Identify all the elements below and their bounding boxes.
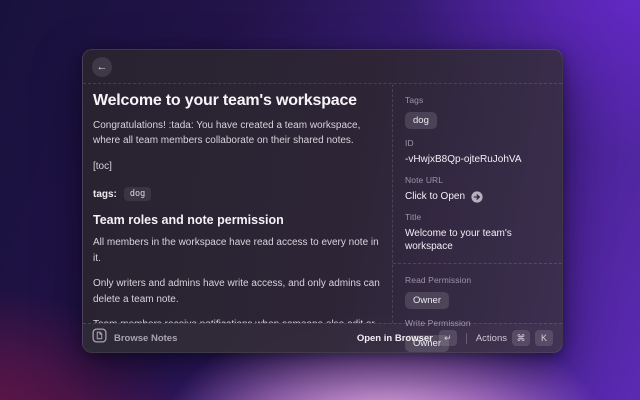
note-tags-label: tags: <box>93 189 117 200</box>
meta-id-label: ID <box>405 138 550 148</box>
meta-tag-badge[interactable]: dog <box>405 112 437 129</box>
note-url-open-link[interactable]: Click to Open <box>405 190 550 203</box>
note-tag-chip: dog <box>124 187 151 201</box>
footer-actions: Open in Browser ↵ Actions ⌘ K <box>357 330 553 346</box>
actions-menu-button[interactable]: Actions ⌘ K <box>476 330 553 346</box>
window-header: ← <box>83 50 562 84</box>
meta-note-url: Note URL Click to Open <box>405 175 550 203</box>
enter-key-icon: ↵ <box>439 330 457 346</box>
k-key-icon: K <box>535 330 553 346</box>
sidebar-divider <box>393 263 562 264</box>
note-url-open-label: Click to Open <box>405 190 465 203</box>
note-tags-row: tags: dog <box>93 187 380 201</box>
main-area: Welcome to your team's workspace Congrat… <box>83 84 562 323</box>
command-name: Browse Notes <box>114 333 177 344</box>
open-in-browser-button[interactable]: Open in Browser ↵ <box>357 330 457 346</box>
meta-read-permission-label: Read Permission <box>405 275 550 285</box>
meta-tags: Tags dog <box>405 95 550 129</box>
meta-note-url-label: Note URL <box>405 175 550 185</box>
meta-read-permission-badge: Owner <box>405 292 449 309</box>
meta-title-value: Welcome to your team's workspace <box>405 227 550 253</box>
back-arrow-icon: ← <box>97 57 108 77</box>
note-paragraph-intro: Congratulations! :tada: You have created… <box>93 118 380 149</box>
footer-divider <box>466 333 467 344</box>
arrow-circle-icon <box>471 191 483 203</box>
meta-title-label: Title <box>405 212 550 222</box>
meta-id-value: -vHwjxB8Qp-ojteRuJohVA <box>405 153 550 166</box>
meta-read-permission: Read Permission Owner <box>405 275 550 309</box>
app-window: ← Welcome to your team's workspace Congr… <box>82 49 563 353</box>
open-in-browser-label: Open in Browser <box>357 333 433 344</box>
note-paragraph-read: All members in the workspace have read a… <box>93 235 380 266</box>
meta-tags-label: Tags <box>405 95 550 105</box>
note-paragraph-write: Only writers and admins have write acces… <box>93 276 380 307</box>
command-info: Browse Notes <box>92 328 177 348</box>
action-bar: Browse Notes Open in Browser ↵ Actions ⌘… <box>83 323 562 352</box>
meta-id: ID -vHwjxB8Qp-ojteRuJohVA <box>405 138 550 166</box>
command-key-icon: ⌘ <box>512 330 530 346</box>
note-heading: Welcome to your team's workspace <box>93 92 380 111</box>
note-toc: [toc] <box>93 159 380 175</box>
back-button[interactable]: ← <box>92 57 112 77</box>
note-preview[interactable]: Welcome to your team's workspace Congrat… <box>83 84 393 323</box>
meta-title: Title Welcome to your team's workspace <box>405 212 550 253</box>
metadata-sidebar: Tags dog ID -vHwjxB8Qp-ojteRuJohVA Note … <box>393 84 562 323</box>
actions-label: Actions <box>476 333 507 344</box>
browse-notes-icon <box>92 328 107 348</box>
note-subheading: Team roles and note permission <box>93 213 380 227</box>
